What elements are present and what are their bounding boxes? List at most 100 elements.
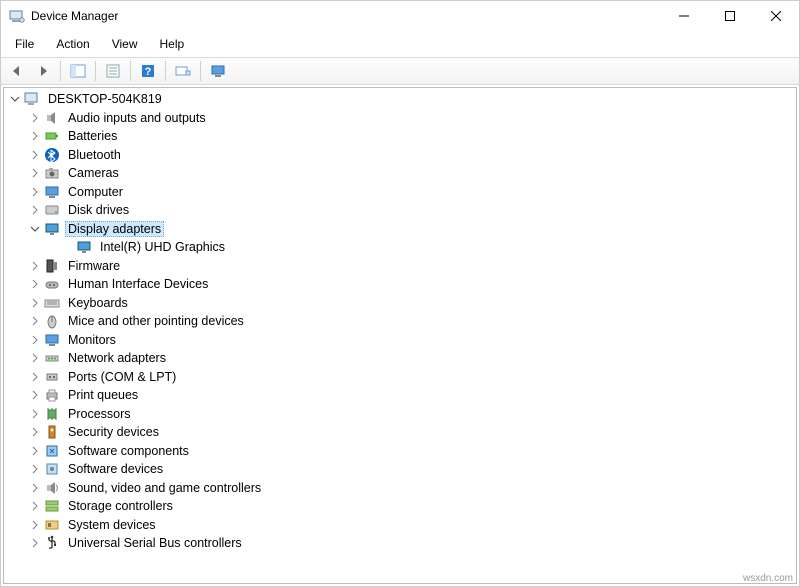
port-icon	[44, 369, 60, 385]
expand-icon[interactable]	[28, 129, 42, 143]
expand-icon[interactable]	[28, 296, 42, 310]
tree-item[interactable]: Ports (COM & LPT)	[4, 368, 796, 387]
help-button[interactable]: ?	[136, 60, 160, 82]
keyboard-icon	[44, 295, 60, 311]
back-button[interactable]	[5, 60, 29, 82]
device-tree[interactable]: DESKTOP-504K819 Audio inputs and outputs…	[3, 87, 797, 584]
tree-item[interactable]: Universal Serial Bus controllers	[4, 534, 796, 553]
toolbar: ?	[1, 57, 799, 85]
maximize-button[interactable]	[707, 1, 753, 31]
tree-item[interactable]: Bluetooth	[4, 146, 796, 165]
toolbar-separator	[95, 61, 96, 81]
tree-item-label: Sound, video and game controllers	[65, 481, 264, 495]
tree-item-label: Computer	[65, 185, 126, 199]
svg-text:?: ?	[145, 66, 152, 78]
window-buttons	[661, 1, 799, 31]
tree-item[interactable]: Intel(R) UHD Graphics	[4, 238, 796, 257]
tree-item[interactable]: Firmware	[4, 257, 796, 276]
tree-item[interactable]: Network adapters	[4, 349, 796, 368]
show-hide-console-tree-button[interactable]	[66, 60, 90, 82]
disk-icon	[44, 202, 60, 218]
swcomp-icon	[44, 443, 60, 459]
expand-icon[interactable]	[28, 444, 42, 458]
tree-item[interactable]: Keyboards	[4, 294, 796, 313]
expand-icon[interactable]	[28, 203, 42, 217]
menu-action[interactable]: Action	[46, 33, 99, 55]
expand-icon[interactable]	[28, 111, 42, 125]
system-icon	[44, 517, 60, 533]
expand-icon[interactable]	[28, 370, 42, 384]
tree-item-label: Display adapters	[65, 221, 164, 237]
properties-button[interactable]	[101, 60, 125, 82]
tree-item[interactable]: Software devices	[4, 460, 796, 479]
tree-item[interactable]: Mice and other pointing devices	[4, 312, 796, 331]
titlebar: Device Manager	[1, 1, 799, 31]
tree-item-label: Intel(R) UHD Graphics	[97, 240, 228, 254]
tree-item[interactable]: Audio inputs and outputs	[4, 109, 796, 128]
expand-icon[interactable]	[28, 277, 42, 291]
hid-icon	[44, 276, 60, 292]
tree-item[interactable]: Computer	[4, 183, 796, 202]
menu-view[interactable]: View	[102, 33, 148, 55]
minimize-button[interactable]	[661, 1, 707, 31]
tree-item[interactable]: Batteries	[4, 127, 796, 146]
display-icon	[76, 239, 92, 255]
tree-item-label: Security devices	[65, 425, 162, 439]
expand-icon[interactable]	[28, 407, 42, 421]
expand-icon[interactable]	[28, 518, 42, 532]
tree-item[interactable]: Cameras	[4, 164, 796, 183]
tree-item[interactable]: Storage controllers	[4, 497, 796, 516]
expand-icon[interactable]	[28, 351, 42, 365]
tree-item-label: Universal Serial Bus controllers	[65, 536, 245, 550]
tree-item-label: Software devices	[65, 462, 166, 476]
battery-icon	[44, 128, 60, 144]
tree-item[interactable]: Processors	[4, 405, 796, 424]
camera-icon	[44, 165, 60, 181]
menu-help[interactable]: Help	[150, 33, 195, 55]
expand-icon[interactable]	[28, 499, 42, 513]
sound-icon	[44, 480, 60, 496]
tree-item[interactable]: Human Interface Devices	[4, 275, 796, 294]
collapse-icon[interactable]	[28, 222, 42, 236]
tree-item[interactable]: Print queues	[4, 386, 796, 405]
scan-hardware-button[interactable]	[171, 60, 195, 82]
tree-root[interactable]: DESKTOP-504K819	[4, 90, 796, 109]
devices-button[interactable]	[206, 60, 230, 82]
close-button[interactable]	[753, 1, 799, 31]
menubar: File Action View Help	[1, 31, 799, 57]
expand-icon[interactable]	[28, 425, 42, 439]
tree-item[interactable]: Security devices	[4, 423, 796, 442]
tree-item-label: Print queues	[65, 388, 141, 402]
toolbar-separator	[130, 61, 131, 81]
toolbar-separator	[200, 61, 201, 81]
expand-icon[interactable]	[28, 166, 42, 180]
expand-icon[interactable]	[28, 259, 42, 273]
expand-icon[interactable]	[28, 388, 42, 402]
collapse-icon[interactable]	[8, 92, 22, 106]
expand-icon[interactable]	[28, 333, 42, 347]
tree-item-label: Bluetooth	[65, 148, 124, 162]
window-title: Device Manager	[31, 9, 118, 23]
expand-icon[interactable]	[28, 185, 42, 199]
tree-item[interactable]: Disk drives	[4, 201, 796, 220]
tree-item-label: Monitors	[65, 333, 119, 347]
tree-item[interactable]: Display adapters	[4, 220, 796, 239]
toolbar-separator	[60, 61, 61, 81]
expand-icon[interactable]	[28, 536, 42, 550]
expand-icon[interactable]	[28, 314, 42, 328]
expand-icon[interactable]	[28, 462, 42, 476]
tree-item[interactable]: Sound, video and game controllers	[4, 479, 796, 498]
forward-button[interactable]	[31, 60, 55, 82]
tree-item-label: Keyboards	[65, 296, 131, 310]
computer-icon	[24, 91, 40, 107]
expand-icon[interactable]	[28, 481, 42, 495]
tree-item[interactable]: Monitors	[4, 331, 796, 350]
tree-item-label: Firmware	[65, 259, 123, 273]
expand-icon[interactable]	[28, 148, 42, 162]
tree-item[interactable]: System devices	[4, 516, 796, 535]
tree-item[interactable]: Software components	[4, 442, 796, 461]
swdev-icon	[44, 461, 60, 477]
menu-file[interactable]: File	[5, 33, 44, 55]
leaf-spacer	[60, 240, 74, 254]
cpu-icon	[44, 406, 60, 422]
